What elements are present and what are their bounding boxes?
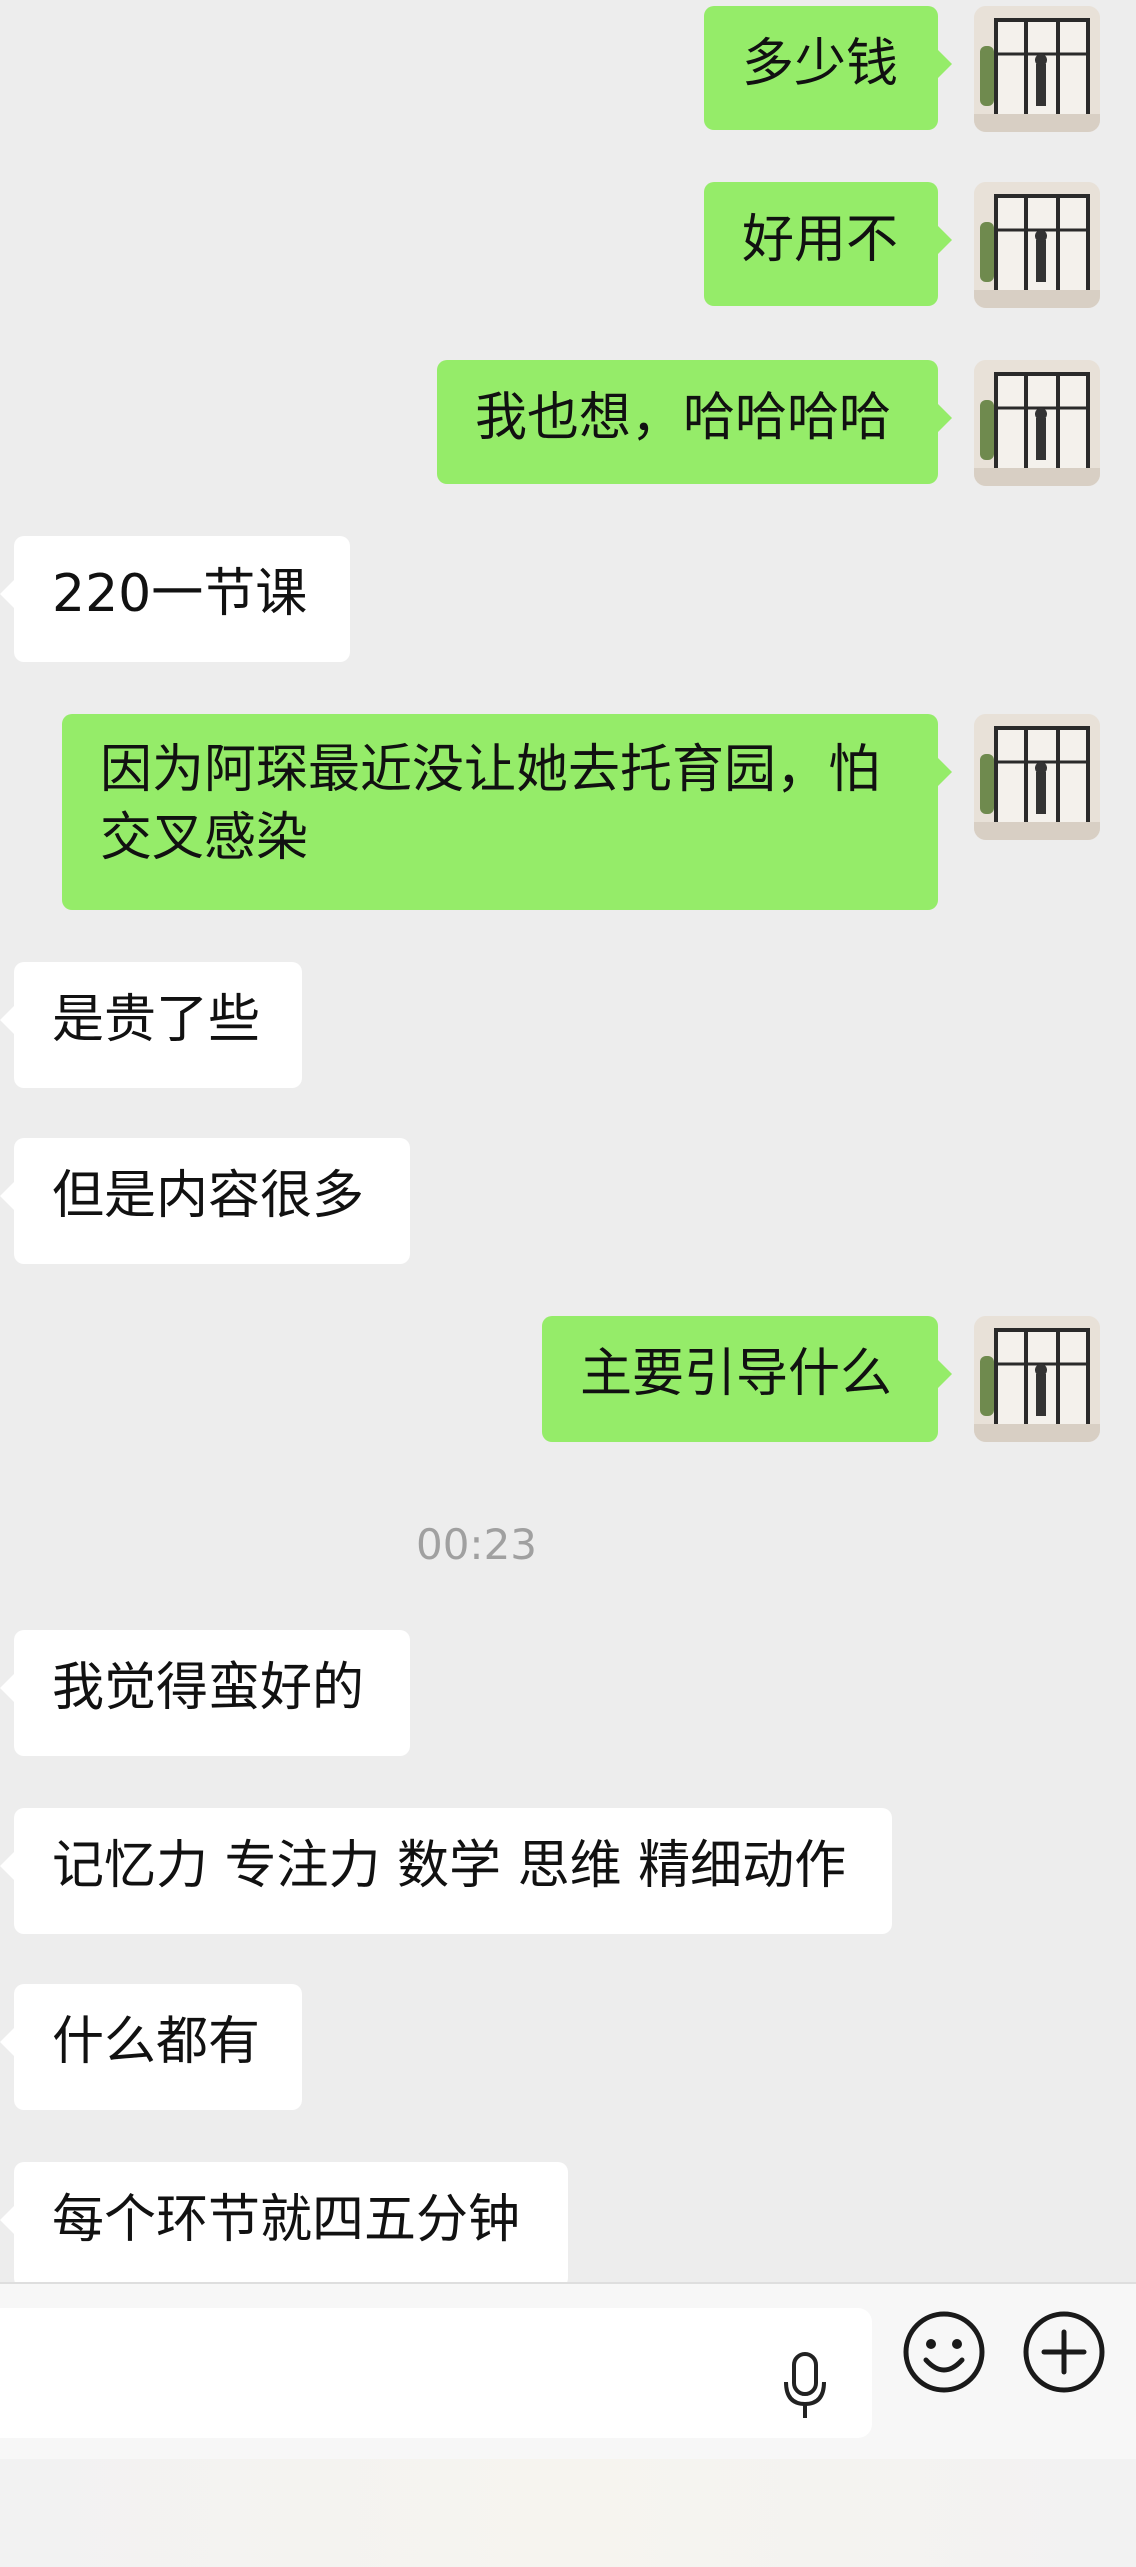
microphone-icon[interactable] [780,2348,830,2428]
their-message-bubble[interactable]: 我觉得蛮好的 [0,1630,410,1756]
my-avatar[interactable] [974,714,1100,840]
their-message-bubble[interactable]: 什么都有 [0,1984,302,2110]
avatar-photo-icon [974,360,1100,486]
their-message-bubble[interactable]: 每个环节就四五分钟 [0,2162,568,2282]
my-avatar[interactable] [974,1316,1100,1442]
chat-timestamp: 00:23 [415,1520,538,1569]
avatar-photo-icon [974,182,1100,308]
avatar-photo-icon [974,6,1100,132]
plus-icon[interactable] [1022,2310,1106,2398]
my-message-bubble[interactable]: 好用不 [704,182,952,306]
their-message-bubble[interactable]: 220一节课 [0,536,350,662]
my-avatar[interactable] [974,360,1100,486]
bottom-safe-area [0,2459,1136,2567]
avatar-photo-icon [974,1316,1100,1442]
chat-message-list[interactable]: 多少钱 好用不 我也想，哈哈哈哈 220一节课 因为阿琛最近没让她去托育园，怕交… [0,0,1136,2282]
my-message-bubble[interactable]: 我也想，哈哈哈哈 [437,360,952,484]
their-message-bubble[interactable]: 记忆力 专注力 数学 思维 精细动作 [0,1808,892,1934]
chat-input-bar [0,2282,1136,2567]
my-message-bubble[interactable]: 多少钱 [704,6,952,130]
their-message-bubble[interactable]: 是贵了些 [0,962,302,1088]
avatar-photo-icon [974,714,1100,840]
their-message-bubble[interactable]: 但是内容很多 [0,1138,410,1264]
my-avatar[interactable] [974,182,1100,308]
my-message-bubble[interactable]: 主要引导什么 [542,1316,952,1442]
my-message-bubble[interactable]: 因为阿琛最近没让她去托育园，怕交叉感染 [62,714,952,910]
my-avatar[interactable] [974,6,1100,132]
emoji-icon[interactable] [902,2310,986,2398]
message-input[interactable] [0,2308,872,2438]
